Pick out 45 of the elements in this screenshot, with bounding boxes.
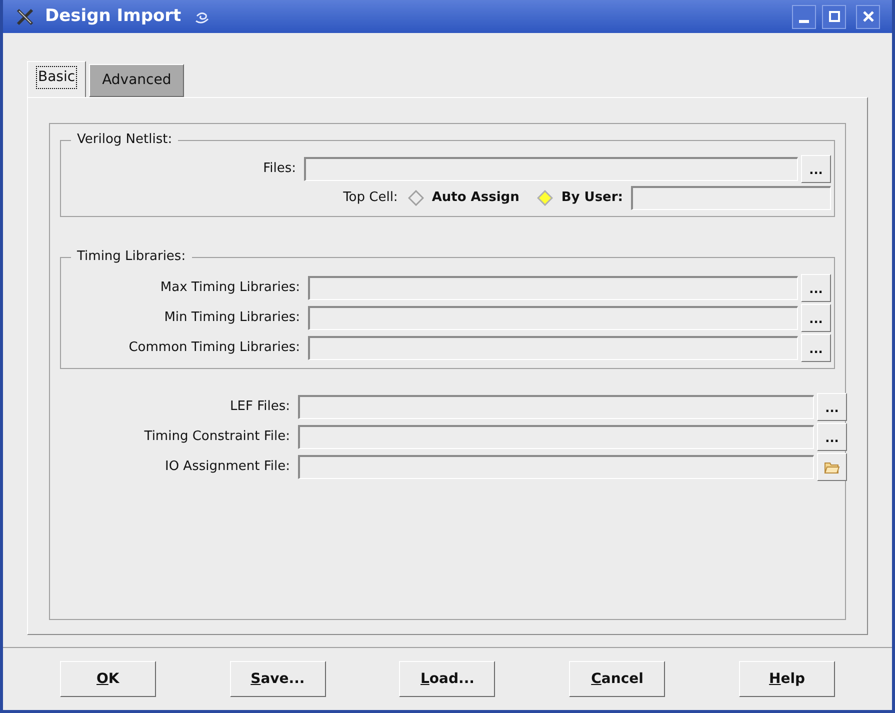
radio-button[interactable]: [408, 190, 424, 206]
field-label: LEF Files:: [230, 398, 290, 416]
browse-button[interactable]: ...: [801, 155, 831, 183]
field-label: Min Timing Libraries:: [164, 309, 300, 328]
top-cell-field[interactable]: [631, 186, 831, 210]
field-label: Max Timing Libraries:: [160, 279, 300, 298]
browse-button[interactable]: ...: [801, 334, 831, 362]
radio-label: Auto Assign: [432, 189, 520, 208]
minimize-button[interactable]: [792, 4, 816, 28]
radio-label: By User:: [561, 189, 623, 208]
browse-button[interactable]: ...: [817, 393, 847, 421]
folder-button[interactable]: [817, 453, 847, 481]
minimize-icon: [799, 20, 809, 22]
close-icon: [862, 11, 874, 22]
dialog-button[interactable]: Load...: [399, 661, 496, 697]
file-field[interactable]: [298, 425, 814, 449]
radio-button[interactable]: [537, 190, 554, 206]
browse-button[interactable]: ...: [801, 304, 831, 332]
dialog-button[interactable]: Cancel: [569, 661, 666, 697]
window-title: Design Import: [45, 4, 182, 28]
file-field[interactable]: [298, 455, 814, 479]
dialog-button[interactable]: Save...: [230, 661, 326, 697]
dialog-button[interactable]: OK: [60, 661, 156, 697]
files-field[interactable]: [304, 157, 798, 181]
group-title: Timing Libraries:: [71, 249, 192, 265]
tab[interactable]: Basic: [27, 61, 86, 97]
library-field[interactable]: [308, 276, 798, 300]
browse-button[interactable]: ...: [817, 423, 847, 451]
tab[interactable]: Advanced: [89, 64, 184, 97]
dialog-button[interactable]: Help: [739, 661, 836, 697]
field-label: Common Timing Libraries:: [128, 339, 300, 358]
library-field[interactable]: [308, 306, 798, 330]
library-field[interactable]: [308, 336, 798, 360]
field-label: Files:: [263, 160, 296, 178]
field-label: IO Assignment File:: [164, 458, 290, 476]
folder-icon: [824, 460, 840, 474]
group-title: Verilog Netlist:: [71, 132, 178, 148]
file-field[interactable]: [298, 395, 814, 419]
close-button[interactable]: [856, 4, 880, 28]
field-label: Top Cell:: [343, 189, 398, 208]
maximize-button[interactable]: [822, 4, 846, 28]
field-label: Timing Constraint File:: [144, 428, 290, 446]
browse-button[interactable]: ...: [801, 274, 831, 302]
maximize-icon: [828, 11, 840, 22]
app-icon: [15, 6, 35, 26]
